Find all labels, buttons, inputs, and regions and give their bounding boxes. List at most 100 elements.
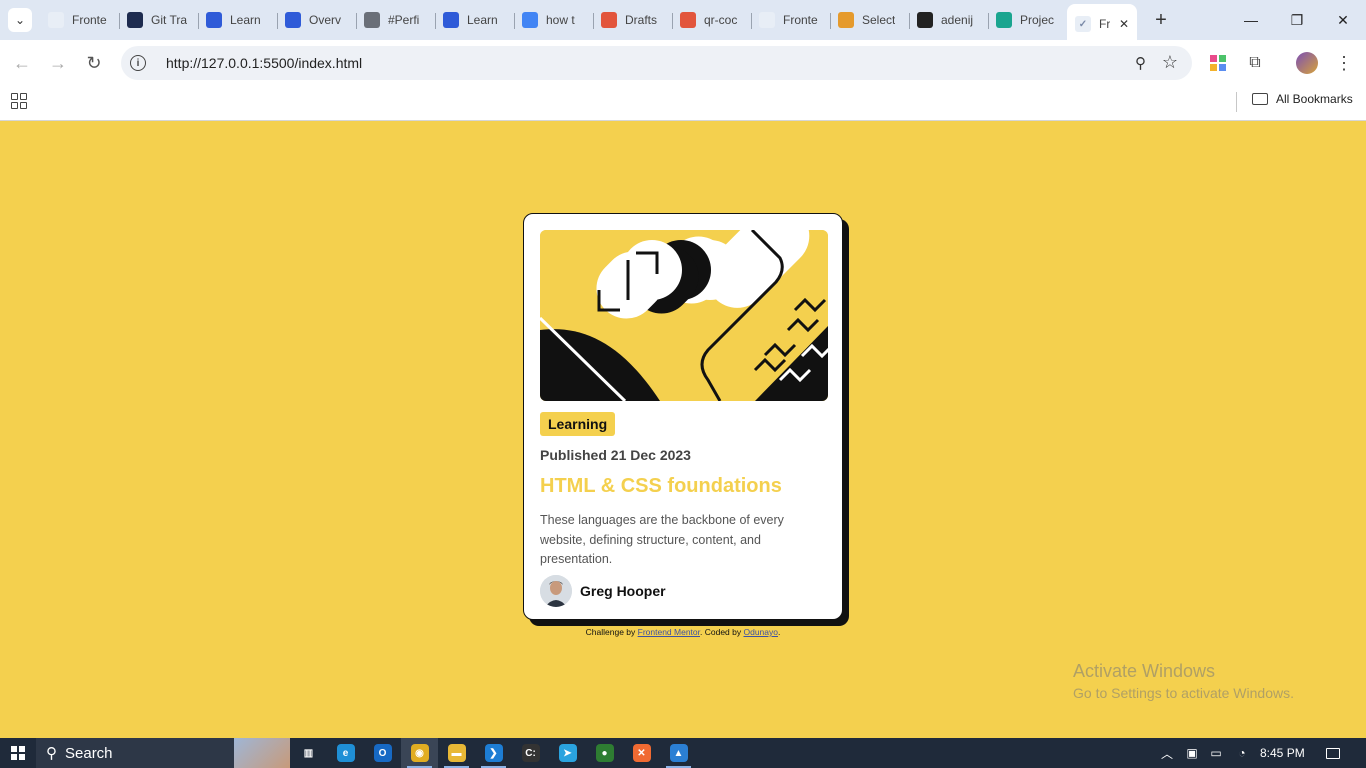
author-row: Greg Hooper: [540, 574, 826, 607]
tab-6[interactable]: how t: [514, 4, 593, 36]
watermark-line2: Go to Settings to activate Windows.: [1073, 685, 1294, 701]
taskbar-app-app-orange[interactable]: ✕: [623, 738, 660, 768]
blog-preview-card: Learning Published 21 Dec 2023 HTML & CS…: [523, 213, 843, 620]
category-badge: Learning: [540, 412, 616, 436]
search-icon: ⚲: [46, 745, 57, 762]
figma-icon: [680, 12, 696, 28]
tab-label: qr-coc: [704, 13, 738, 27]
windows-logo-icon: [11, 746, 25, 760]
profile-avatar[interactable]: [1290, 46, 1324, 80]
tab-11[interactable]: adenij: [909, 4, 988, 36]
author-link[interactable]: Odunayo: [743, 627, 778, 637]
tab-label: Learn: [230, 13, 261, 27]
taskbar-app-telegram[interactable]: ➤: [549, 738, 586, 768]
app-icon: ●: [595, 744, 614, 762]
attribution: Challenge by Frontend Mentor. Coded by O…: [0, 627, 1366, 637]
new-tab-button[interactable]: +: [1145, 4, 1177, 36]
taskbar-app-chrome[interactable]: ◉: [401, 738, 438, 768]
github-icon: [917, 12, 933, 28]
search-highlight-image: [234, 738, 290, 768]
zoom-icon[interactable]: ⚲: [1135, 54, 1146, 72]
menu-kebab-icon[interactable]: ⋮: [1327, 46, 1361, 80]
site-info-icon[interactable]: i: [130, 55, 146, 71]
bookmarks-bar: All Bookmarks: [0, 86, 1366, 121]
tab-3[interactable]: Overv: [277, 4, 356, 36]
outlook-icon: O: [373, 744, 392, 762]
taskbar-clock[interactable]: 8:45 PM: [1260, 738, 1305, 768]
tab-9[interactable]: Fronte: [751, 4, 830, 36]
bookmark-star-icon[interactable]: ☆: [1162, 52, 1178, 73]
attribution-middle: . Coded by: [700, 627, 744, 637]
frontend-mentor-icon: [48, 12, 64, 28]
terminal-icon: C:: [521, 744, 540, 762]
tab-active[interactable]: ✓ Fr ✕: [1067, 4, 1137, 44]
tab-2[interactable]: Learn: [198, 4, 277, 36]
close-window-button[interactable]: ✕: [1320, 0, 1366, 40]
file-explorer-icon: ▬: [447, 744, 466, 762]
chrome-icon: ◉: [410, 744, 429, 762]
taskbar-app-file-explorer[interactable]: ▬: [438, 738, 475, 768]
git-tracker-icon: [127, 12, 143, 28]
restore-button[interactable]: ❐: [1274, 0, 1320, 40]
tab-7[interactable]: Drafts: [593, 4, 672, 36]
chevron-down-icon: ⌄: [14, 13, 26, 27]
tab-0[interactable]: Fronte: [40, 4, 119, 36]
taskbar-app-terminal[interactable]: C:: [512, 738, 549, 768]
start-button[interactable]: [0, 738, 36, 768]
tab-label: Select: [862, 13, 896, 27]
forward-button[interactable]: →: [40, 45, 76, 81]
folder-icon: [1252, 93, 1268, 105]
frontend-mentor-icon: ✓: [1075, 16, 1091, 32]
extensions-puzzle-icon[interactable]: ⧉: [1238, 46, 1272, 80]
wifi-icon[interactable]: ◔: [1231, 738, 1253, 768]
taskbar-app-task-view[interactable]: ▥: [290, 738, 327, 768]
notification-center-icon[interactable]: [1318, 738, 1348, 768]
all-bookmarks-label: All Bookmarks: [1276, 92, 1353, 106]
edge-icon: e: [336, 744, 355, 762]
google-icon: [522, 12, 538, 28]
activate-windows-watermark: Activate Windows Go to Settings to activ…: [1073, 661, 1294, 701]
address-bar[interactable]: i http://127.0.0.1:5500/index.html ⚲ ☆: [121, 46, 1192, 80]
azure-devops-icon: [285, 12, 301, 28]
url-text: http://127.0.0.1:5500/index.html: [166, 55, 363, 71]
taskbar-search-box[interactable]: ⚲ Search: [36, 738, 290, 768]
telegram-icon: ➤: [558, 744, 577, 762]
app-icon-orange: ✕: [632, 744, 651, 762]
tab-12[interactable]: Projec: [988, 4, 1067, 36]
tab-1[interactable]: Git Tra: [119, 4, 198, 36]
taskbar-app-photos[interactable]: ▲: [660, 738, 697, 768]
chevron-up-icon[interactable]: ︿: [1158, 738, 1176, 768]
reload-button[interactable]: ↻: [76, 45, 112, 81]
taskbar-app-outlook[interactable]: O: [364, 738, 401, 768]
watermark-line1: Activate Windows: [1073, 661, 1216, 681]
tab-label: Learn: [467, 13, 498, 27]
meet-now-icon[interactable]: ▣: [1182, 738, 1202, 768]
tab-label: Fronte: [72, 13, 107, 27]
taskbar-app-vscode[interactable]: ❯: [475, 738, 512, 768]
all-bookmarks-button[interactable]: All Bookmarks: [1252, 92, 1353, 106]
battery-icon[interactable]: ▭: [1206, 738, 1226, 768]
tab-5[interactable]: Learn: [435, 4, 514, 36]
apps-grid-icon[interactable]: [11, 93, 27, 109]
taskbar-app-app[interactable]: ●: [586, 738, 623, 768]
taskbar-apps: ▥ e O ◉ ▬ ❯ C: ➤ ● ✕ ▲: [290, 738, 697, 768]
frontend-mentor-link[interactable]: Frontend Mentor: [638, 627, 700, 637]
tab-label: adenij: [941, 13, 974, 27]
microsoft-learn-icon: [443, 12, 459, 28]
vscode-icon: ❯: [484, 744, 503, 762]
card-title[interactable]: HTML & CSS foundations: [540, 475, 826, 498]
close-tab-icon[interactable]: ✕: [1119, 17, 1129, 31]
card-illustration: [540, 230, 828, 401]
tab-8[interactable]: qr-coc: [672, 4, 751, 36]
tab-4[interactable]: #Perfi: [356, 4, 435, 36]
tab-search-button[interactable]: ⌄: [8, 8, 32, 32]
minimize-button[interactable]: —: [1228, 0, 1274, 40]
extension-icon[interactable]: [1201, 46, 1235, 80]
taskbar-app-edge[interactable]: e: [327, 738, 364, 768]
bookmarks-divider: [1236, 92, 1237, 112]
photos-icon: ▲: [669, 744, 688, 762]
diamond-icon: [996, 12, 1012, 28]
tab-10[interactable]: Select: [830, 4, 909, 36]
back-button[interactable]: ←: [4, 45, 40, 81]
author-name: Greg Hooper: [580, 582, 666, 599]
